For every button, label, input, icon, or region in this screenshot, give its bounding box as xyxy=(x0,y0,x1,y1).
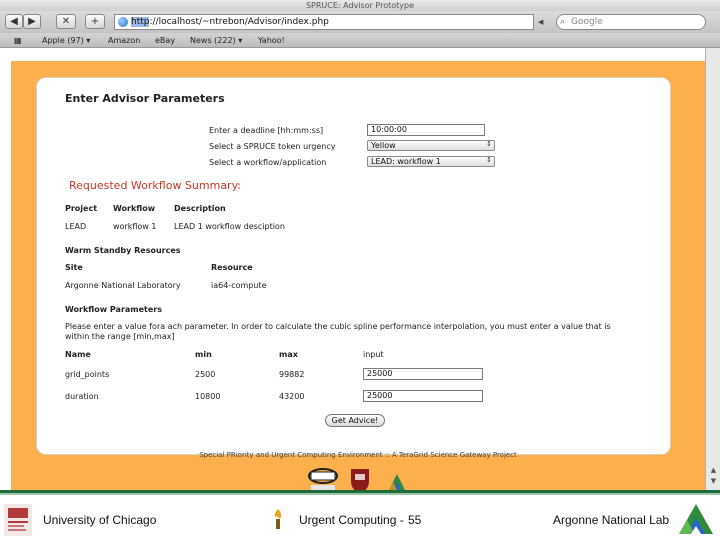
url-path: ://localhost/~ntrebon/Advisor/index.php xyxy=(149,17,329,27)
summary-description: LEAD 1 workflow desciption xyxy=(174,222,285,231)
deadline-label: Enter a deadline [hh:mm:ss] xyxy=(209,126,324,135)
summary-header-description: Description xyxy=(174,204,226,213)
bookmark-yahoo[interactable]: Yahoo! xyxy=(258,33,285,48)
bookmark-apple[interactable]: Apple (97) ▾ xyxy=(42,33,90,48)
summary-header-workflow: Workflow xyxy=(113,204,156,213)
slide-number: 55 xyxy=(408,513,422,527)
select-arrows-icon: ⇕ xyxy=(486,156,492,164)
summary-project: LEAD xyxy=(65,222,87,231)
globe-icon xyxy=(118,17,128,27)
workflow-select-value: LEAD: workflow 1 xyxy=(371,157,441,166)
browser-toolbar: ◀ ▶ ✕ + http://localhost/~ntrebon/Adviso… xyxy=(0,11,720,33)
standby-title: Warm Standby Resources xyxy=(65,246,181,255)
forward-button[interactable]: ▶ xyxy=(23,14,41,29)
param-max: 43200 xyxy=(279,392,305,401)
back-button[interactable]: ◀ xyxy=(5,14,23,29)
url-dropdown-icon[interactable]: ◀ xyxy=(538,18,543,26)
slide-footer: University of Chicago Urgent Computing -… xyxy=(0,490,720,540)
stop-button[interactable]: ✕ xyxy=(56,14,76,29)
urgency-label: Select a SPRUCE token urgency xyxy=(209,142,336,151)
param-min: 2500 xyxy=(195,370,216,379)
workflow-select[interactable]: LEAD: workflow 1 ⇕ xyxy=(367,156,495,167)
standby-resource: ia64-compute xyxy=(211,281,267,290)
standby-header-site: Site xyxy=(65,263,83,272)
search-placeholder: Google xyxy=(571,17,603,27)
summary-header-project: Project xyxy=(65,204,98,213)
params-instructions: Please enter a value fora ach parameter.… xyxy=(65,322,611,341)
url-scheme: http xyxy=(131,17,150,27)
vertical-scrollbar[interactable]: ▲ ▼ xyxy=(705,48,720,490)
bookmark-amazon[interactable]: Amazon xyxy=(108,33,140,48)
summary-workflow: workflow 1 xyxy=(113,222,157,231)
params-header-input: input xyxy=(363,350,384,359)
param-name: grid_points xyxy=(65,370,110,379)
urgency-select[interactable]: Yellow ⇕ xyxy=(367,140,495,151)
params-header-name: Name xyxy=(65,350,91,359)
param-input-grid-points[interactable]: 25000 xyxy=(363,368,483,380)
search-icon: ⌕ xyxy=(560,17,566,27)
argonne-logo xyxy=(679,504,713,534)
scroll-up-icon[interactable]: ▲ xyxy=(709,466,718,474)
standby-header-resource: Resource xyxy=(211,263,253,272)
scroll-down-icon[interactable]: ▼ xyxy=(709,477,718,485)
bookmarks-bar: ▦ Apple (97) ▾ Amazon eBay News (222) ▾ … xyxy=(0,33,720,48)
param-input-duration[interactable]: 25000 xyxy=(363,390,483,402)
add-bookmark-button[interactable]: + xyxy=(85,14,105,29)
params-header-min: min xyxy=(195,350,212,359)
param-name: duration xyxy=(65,392,99,401)
params-header-max: max xyxy=(279,350,298,359)
urgency-select-value: Yellow xyxy=(371,141,396,150)
search-input[interactable]: ⌕ Google xyxy=(556,14,706,30)
bookmarks-grid-icon[interactable]: ▦ xyxy=(14,33,22,48)
get-advice-button[interactable]: Get Advice! xyxy=(325,414,385,427)
window-title: SPRUCE: Advisor Prototype xyxy=(0,0,720,11)
param-max: 99882 xyxy=(279,370,305,379)
footer-divider-light xyxy=(0,493,720,495)
page-content: Enter Advisor Parameters Enter a deadlin… xyxy=(11,48,705,493)
footer-center-text: Urgent Computing - xyxy=(299,513,404,527)
address-bar[interactable]: http://localhost/~ntrebon/Advisor/index.… xyxy=(114,14,534,30)
argonne-triangle-logo xyxy=(389,474,405,490)
params-title: Workflow Parameters xyxy=(65,305,163,314)
form-title: Enter Advisor Parameters xyxy=(65,92,225,105)
footer-left-text: University of Chicago xyxy=(43,513,157,527)
torch-icon xyxy=(274,509,282,529)
summary-title: Requested Workflow Summary: xyxy=(69,179,241,192)
page-footer-text: Special PRiority and Urgent Computing En… xyxy=(199,451,517,459)
teragrid-logo xyxy=(308,468,338,490)
deadline-input[interactable]: 10:00:00 xyxy=(367,124,485,136)
uchicago-logo xyxy=(4,504,32,536)
advisor-panel: Enter Advisor Parameters Enter a deadlin… xyxy=(36,77,671,455)
workflow-label: Select a workflow/application xyxy=(209,158,327,167)
orange-frame: Enter Advisor Parameters Enter a deadlin… xyxy=(11,61,705,493)
param-min: 10800 xyxy=(195,392,221,401)
footer-right-text: Argonne National Lab xyxy=(553,513,670,527)
bookmark-news[interactable]: News (222) ▾ xyxy=(190,33,242,48)
select-arrows-icon: ⇕ xyxy=(486,140,492,148)
bookmark-ebay[interactable]: eBay xyxy=(155,33,175,48)
standby-site: Argonne National Laboratory xyxy=(65,281,181,290)
